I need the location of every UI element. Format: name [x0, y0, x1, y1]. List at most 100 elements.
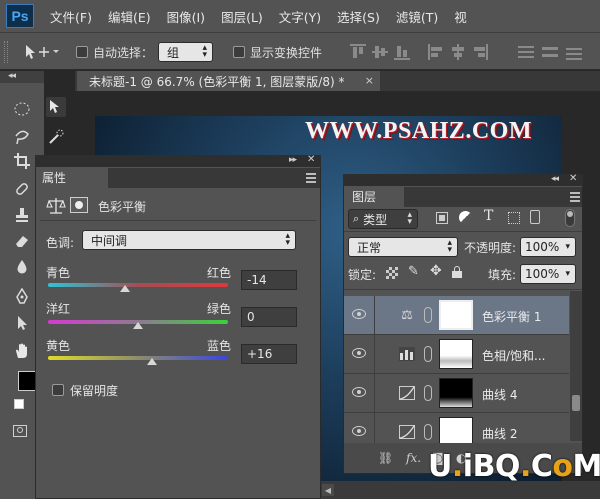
hand-tool-icon[interactable] — [12, 341, 32, 361]
lock-all-icon[interactable] — [452, 266, 462, 278]
visibility-eye-icon[interactable] — [352, 309, 366, 319]
lasso-tool-icon[interactable] — [12, 127, 32, 147]
magenta-green-value-input[interactable]: 0 — [241, 307, 297, 327]
mask-link-icon[interactable] — [424, 424, 432, 440]
distribute-bottom-icon[interactable] — [566, 44, 582, 60]
menu-select[interactable]: 选择(S) — [337, 7, 380, 26]
menu-image[interactable]: 图像(I) — [167, 7, 205, 26]
layer-mask-thumbnail[interactable] — [439, 300, 473, 330]
filter-type-layers-icon[interactable]: T — [484, 208, 493, 224]
properties-collapse-icon[interactable]: ▸▸ — [289, 155, 297, 165]
yellow-blue-value-input[interactable]: +16 — [241, 344, 297, 364]
layer-row-color-balance[interactable]: ⚖ 色彩平衡 1 — [344, 296, 569, 335]
yellow-blue-slider-track[interactable] — [48, 356, 228, 360]
menu-type[interactable]: 文字(Y) — [279, 7, 321, 26]
tone-dropdown[interactable]: 中间调 ▴ ▾ — [82, 230, 296, 250]
layer-mask-thumbnail[interactable] — [439, 378, 473, 408]
healing-brush-tool-icon[interactable] — [12, 179, 32, 199]
filter-pixel-layers-icon[interactable] — [436, 212, 448, 224]
layers-scrollbar-thumb[interactable] — [572, 395, 580, 411]
filter-smart-objects-icon[interactable] — [530, 210, 540, 224]
layer-row-hue-saturation[interactable]: 色相/饱和... — [344, 335, 569, 374]
align-hcenter-icon[interactable] — [450, 44, 466, 60]
visibility-eye-icon[interactable] — [352, 348, 366, 358]
layers-scrollbar[interactable] — [570, 291, 582, 441]
curves-icon — [398, 423, 416, 441]
menu-filter[interactable]: 滤镜(T) — [396, 7, 438, 26]
menu-view[interactable]: 视 — [454, 7, 467, 26]
lock-image-pixels-icon[interactable]: ✎ — [408, 264, 419, 279]
blur-tool-icon[interactable] — [12, 257, 32, 277]
yellow-blue-slider-thumb[interactable] — [147, 358, 158, 365]
magenta-green-slider-thumb[interactable] — [133, 322, 143, 329]
mask-link-icon[interactable] — [424, 346, 432, 362]
cyan-label: 青色 — [46, 266, 71, 280]
magenta-label: 洋红 — [46, 302, 71, 316]
move-tool-icon[interactable] — [46, 97, 66, 117]
crop-tool-icon[interactable] — [12, 151, 32, 171]
lock-position-icon[interactable]: ✥ — [430, 263, 442, 279]
layer-filter-toggle[interactable] — [565, 209, 575, 227]
blend-mode-dropdown[interactable]: 正常 ▴ ▾ — [348, 237, 458, 257]
lock-transparent-pixels-icon[interactable] — [386, 267, 398, 279]
auto-select-checkbox[interactable] — [76, 46, 88, 58]
quick-selection-tool-icon[interactable] — [46, 127, 66, 147]
scroll-left-icon[interactable]: ◀ — [322, 484, 334, 496]
align-right-icon[interactable] — [472, 44, 488, 60]
mask-link-icon[interactable] — [424, 385, 432, 401]
tab-layers[interactable]: 图层 — [344, 187, 404, 207]
properties-panel-menu-icon[interactable] — [302, 173, 316, 183]
cyan-red-value-input[interactable]: -14 — [241, 270, 297, 290]
marquee-tool-icon[interactable] — [12, 99, 32, 119]
default-colors-icon[interactable] — [14, 399, 24, 409]
auto-select-target-dropdown[interactable]: 组 ▴ ▾ — [158, 42, 213, 62]
distribute-top-icon[interactable] — [518, 44, 534, 60]
options-grip[interactable] — [4, 41, 8, 63]
document-close-icon[interactable]: × — [365, 74, 374, 87]
pen-tool-icon[interactable] — [12, 287, 32, 307]
tools-panel-header[interactable]: ◂◂ — [0, 71, 44, 83]
fill-input[interactable]: 100% ▾ — [520, 264, 576, 284]
cyan-red-slider-track[interactable] — [48, 283, 228, 287]
filter-shape-layers-icon[interactable] — [508, 212, 520, 224]
properties-divider — [40, 220, 316, 221]
show-transform-checkbox[interactable] — [233, 46, 245, 58]
align-left-icon[interactable] — [428, 44, 444, 60]
layers-close-icon[interactable]: ✕ — [569, 173, 577, 184]
layer-row-curves-4[interactable]: 曲线 4 — [344, 374, 569, 413]
layers-panel-menu-icon[interactable] — [566, 192, 580, 202]
balance-scale-icon — [46, 196, 66, 216]
layers-collapse-icon[interactable]: ◂◂ — [551, 174, 559, 184]
layers-divider — [344, 231, 582, 232]
document-tab[interactable]: 未标题-1 @ 66.7% (色彩平衡 1, 图层蒙版/8) * × — [77, 71, 380, 91]
layer-style-icon[interactable]: fx. — [406, 451, 421, 465]
layer-mask-icon[interactable] — [70, 197, 88, 213]
tone-value: 中间调 — [91, 233, 128, 248]
preserve-luminosity-checkbox[interactable] — [52, 384, 64, 396]
filter-adjustment-layers-icon[interactable] — [459, 211, 472, 224]
cyan-red-slider-thumb[interactable] — [120, 285, 131, 292]
opacity-input[interactable]: 100% ▾ — [520, 237, 576, 257]
align-bottom-icon[interactable] — [394, 44, 410, 60]
path-selection-tool-icon[interactable] — [12, 313, 32, 333]
clone-stamp-tool-icon[interactable] — [12, 205, 32, 225]
menu-layer[interactable]: 图层(L) — [221, 7, 263, 26]
move-tool-preset-button[interactable] — [22, 42, 60, 62]
properties-close-icon[interactable]: ✕ — [307, 154, 315, 165]
layer-filter-kind-dropdown[interactable]: ⌕ 类型 ▴ ▾ — [348, 209, 418, 229]
layer-mask-thumbnail[interactable] — [439, 339, 473, 369]
quick-mask-icon[interactable] — [13, 425, 27, 437]
link-layers-icon[interactable]: ⛓ — [378, 451, 393, 465]
tab-properties[interactable]: 属性 — [36, 168, 108, 188]
mask-link-icon[interactable] — [424, 307, 432, 323]
visibility-eye-icon[interactable] — [352, 426, 366, 436]
distribute-vcenter-icon[interactable] — [542, 44, 558, 60]
visibility-eye-icon[interactable] — [352, 387, 366, 397]
move-tool-icon — [26, 45, 59, 59]
align-vcenter-icon[interactable] — [372, 44, 388, 60]
menu-file[interactable]: 文件(F) — [50, 7, 92, 26]
tools-collapse-icon[interactable]: ◂◂ — [8, 71, 16, 81]
align-top-icon[interactable] — [350, 44, 366, 60]
menu-edit[interactable]: 编辑(E) — [108, 7, 151, 26]
eraser-tool-icon[interactable] — [12, 231, 32, 251]
